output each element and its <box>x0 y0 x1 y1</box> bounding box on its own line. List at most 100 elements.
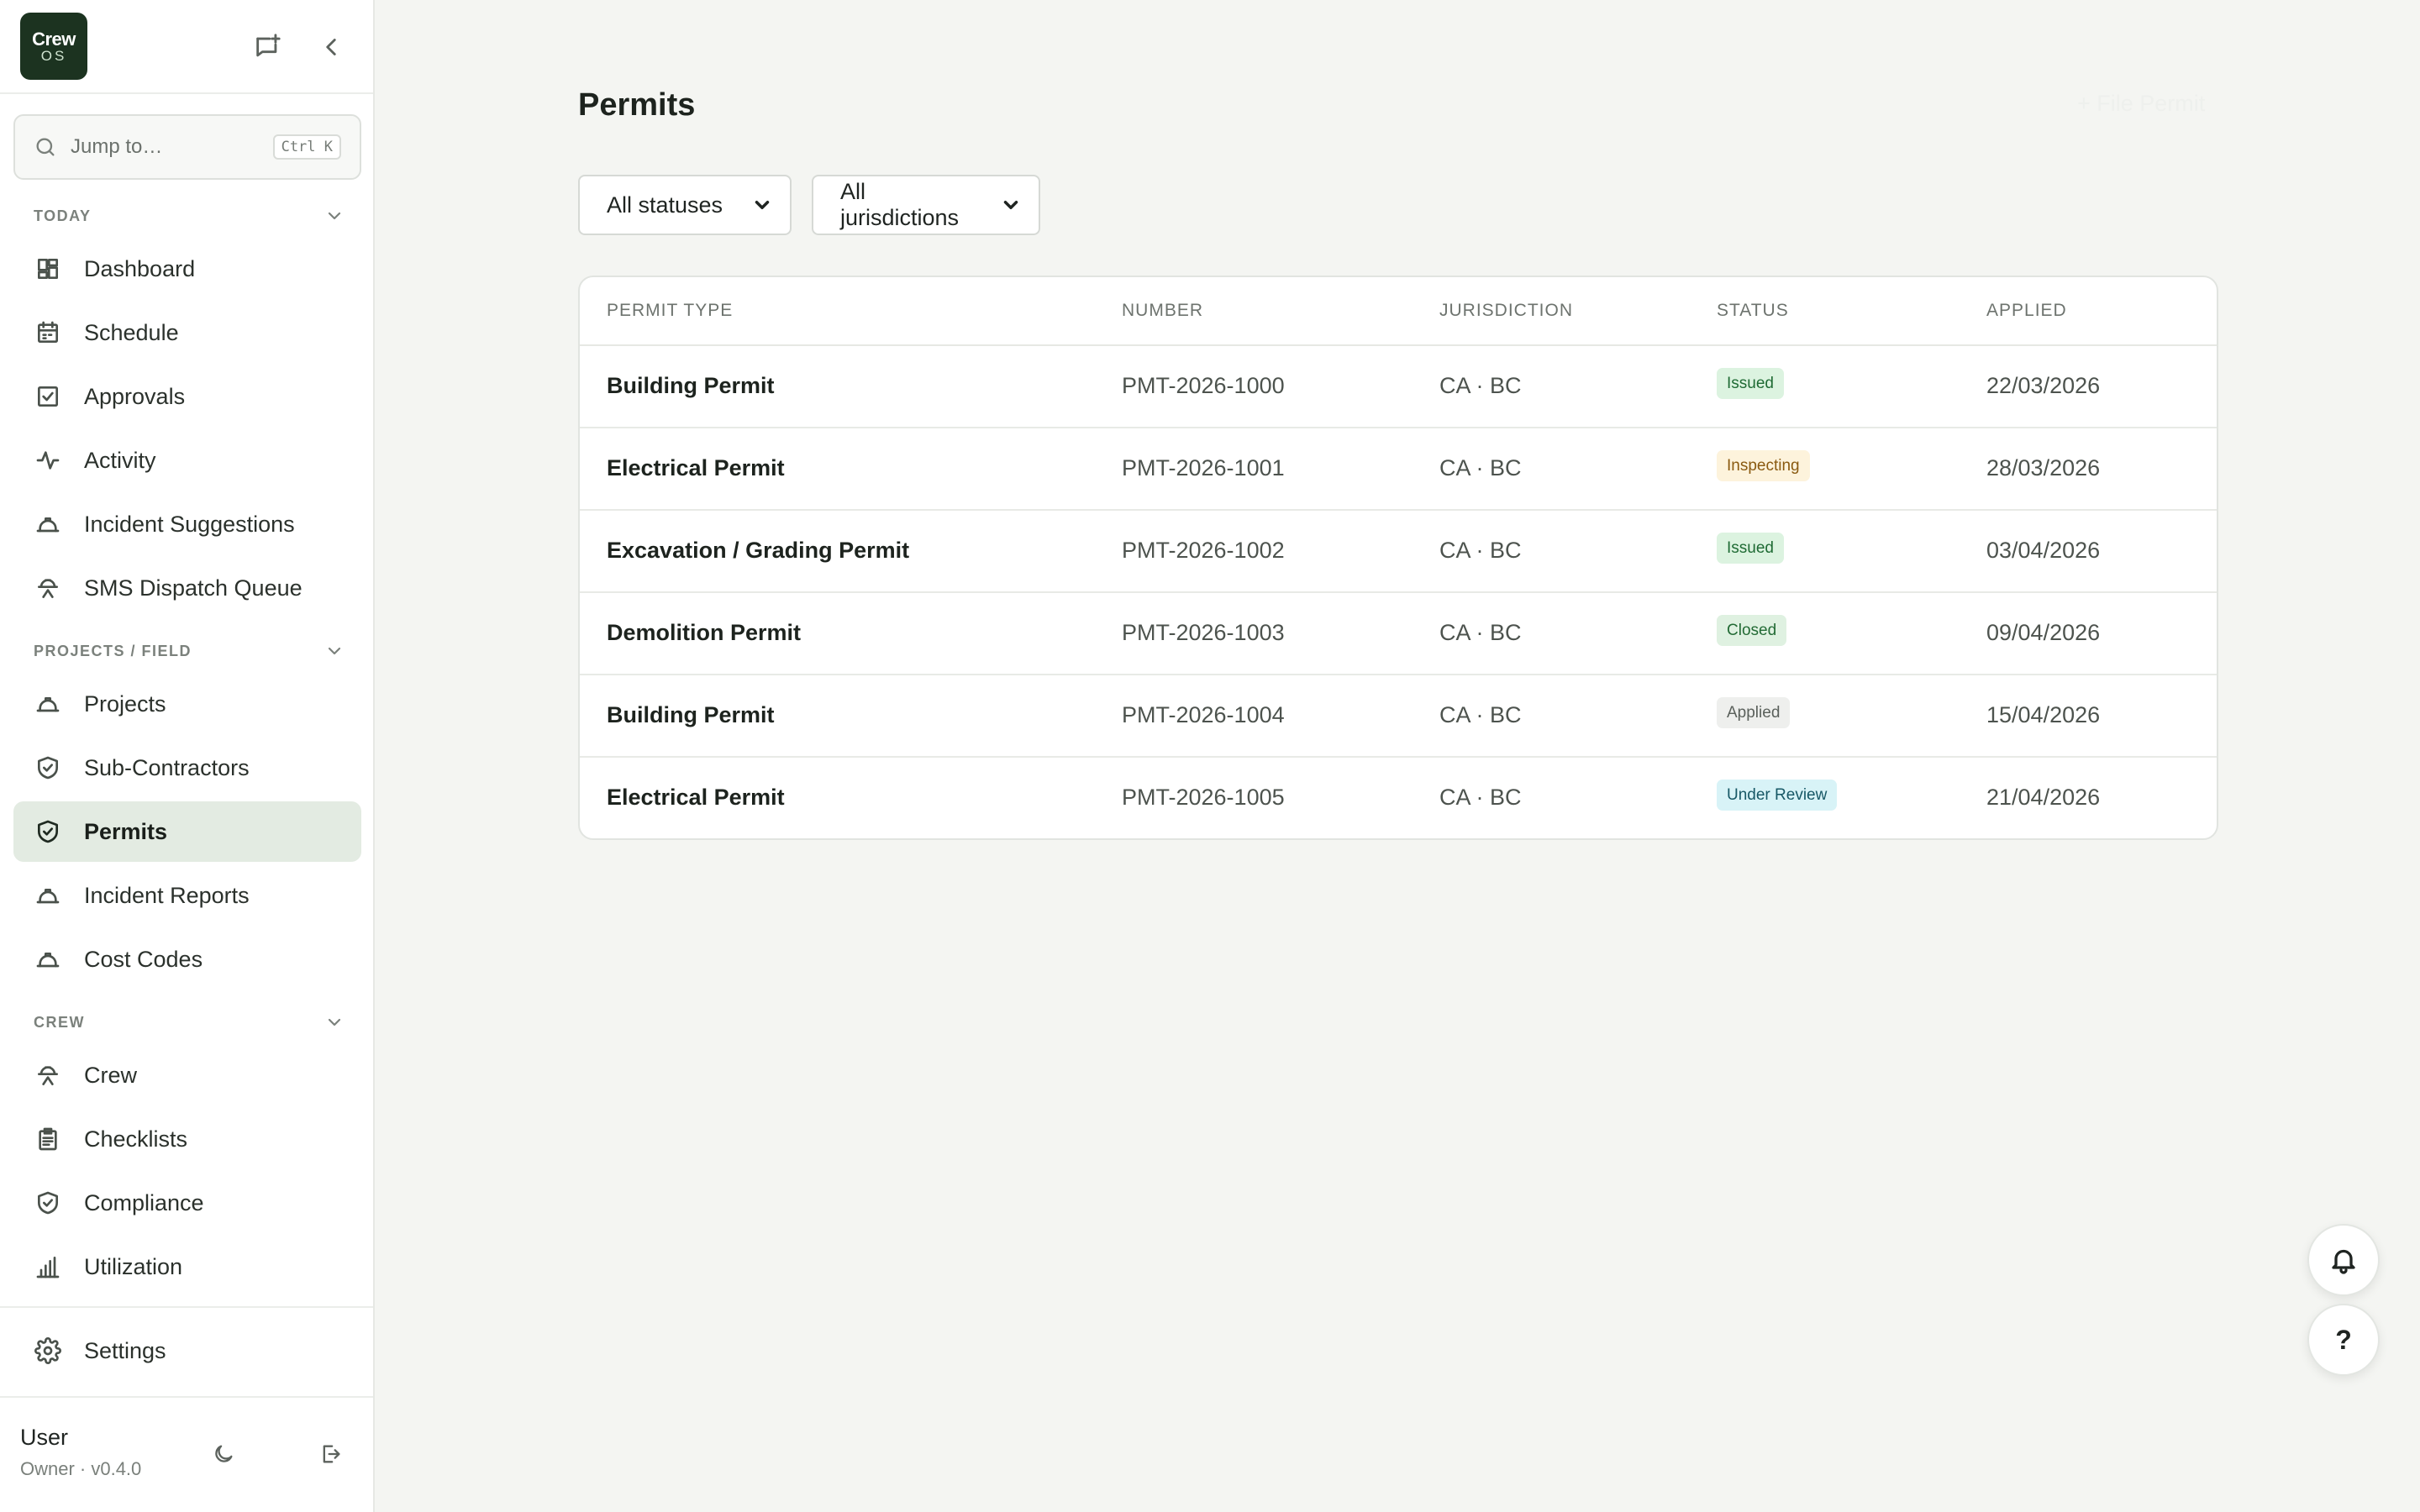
sidebar-item-label: Cost Codes <box>84 946 203 972</box>
sidebar-item-settings[interactable]: Settings <box>13 1320 361 1381</box>
jurisdiction-cell: CA · BC <box>1439 702 1522 727</box>
file-permit-button[interactable]: + File Permit <box>2077 91 2205 117</box>
section-header-today[interactable]: TODAY <box>34 203 345 228</box>
section-header-projects-field[interactable]: PROJECTS / FIELD <box>34 638 345 664</box>
column-header-number[interactable]: NUMBER <box>1122 301 1203 321</box>
table-row[interactable]: Demolition Permit PMT-2026-1003 CA · BC Clo… <box>580 593 2217 675</box>
worker-icon <box>34 574 62 602</box>
sidebar-item-label: Checklists <box>84 1126 188 1152</box>
sidebar-item-checklists[interactable]: Checklists <box>13 1109 361 1169</box>
chevron-down-icon <box>1003 201 1018 209</box>
permit-type-cell: Excavation / Grading Permit <box>607 538 910 563</box>
table-row[interactable]: Electrical Permit PMT-2026-1001 CA · BC Ins… <box>580 428 2217 511</box>
permit-number-cell: PMT-2026-1000 <box>1122 373 1285 398</box>
sidebar-item-incident-reports[interactable]: Incident Reports <box>13 865 361 926</box>
status-badge: Issued <box>1717 533 1784 564</box>
user-name: User <box>20 1425 69 1450</box>
new-message-button[interactable] <box>247 27 287 67</box>
jurisdiction-cell: CA · BC <box>1439 373 1522 398</box>
chevron-down-icon <box>328 647 341 655</box>
column-header-permit-type[interactable]: PERMIT TYPE <box>607 301 733 321</box>
status-filter-value: All statuses <box>607 192 723 218</box>
jurisdiction-filter-value: All jurisdictions <box>840 179 960 230</box>
section-title: TODAY <box>34 207 92 224</box>
sidebar-item-approvals[interactable]: Approvals <box>13 366 361 427</box>
sidebar-item-label: Utilization <box>84 1253 183 1279</box>
shield-check-icon <box>34 1189 62 1217</box>
sidebar-item-permits[interactable]: Permits <box>13 801 361 862</box>
sidebar-item-incident-suggestions[interactable]: Incident Suggestions <box>13 494 361 554</box>
hardhat-icon <box>34 881 62 910</box>
clipboard-icon <box>34 1125 62 1153</box>
table-row[interactable]: Electrical Permit PMT-2026-1005 CA · BC Und… <box>580 758 2217 838</box>
sidebar-item-schedule[interactable]: Schedule <box>13 302 361 363</box>
page-title: Permits <box>578 87 696 123</box>
chevron-down-icon <box>328 212 341 220</box>
jump-to-search[interactable]: Jump to… Ctrl K <box>13 114 361 180</box>
permit-number-cell: PMT-2026-1004 <box>1122 702 1285 727</box>
hardhat-icon <box>34 510 62 538</box>
sidebar-item-dashboard[interactable]: Dashboard <box>13 239 361 299</box>
applied-date-cell: 03/04/2026 <box>1986 538 2101 563</box>
user-role-version: Owner · v0.4.0 <box>20 1458 142 1479</box>
sidebar-item-cost-codes[interactable]: Cost Codes <box>13 929 361 990</box>
shield-check-icon <box>34 817 62 846</box>
sidebar-item-projects[interactable]: Projects <box>13 674 361 734</box>
section-header-crew[interactable]: CREW <box>34 1010 345 1035</box>
permit-type-cell: Electrical Permit <box>607 785 785 810</box>
checkbox-icon <box>34 382 62 411</box>
dashboard-icon <box>34 255 62 283</box>
jurisdiction-cell: CA · BC <box>1439 455 1522 480</box>
status-badge: Under Review <box>1717 780 1838 811</box>
sidebar-item-activity[interactable]: Activity <box>13 430 361 491</box>
help-icon: ? <box>2335 1324 2352 1355</box>
sidebar-item-sms-dispatch-queue[interactable]: SMS Dispatch Queue <box>13 558 361 618</box>
bar-chart-icon <box>34 1252 62 1281</box>
main-content: Permits + File Permit All statuses All j… <box>375 0 2420 1512</box>
permit-number-cell: PMT-2026-1003 <box>1122 620 1285 645</box>
help-button[interactable]: ? <box>2307 1304 2380 1376</box>
status-badge: Closed <box>1717 615 1787 646</box>
status-badge: Inspecting <box>1717 450 1810 481</box>
activity-icon <box>34 446 62 475</box>
applied-date-cell: 09/04/2026 <box>1986 620 2101 645</box>
column-header-status[interactable]: STATUS <box>1717 301 1789 321</box>
calendar-icon <box>34 318 62 347</box>
sidebar-item-label: Crew <box>84 1062 138 1088</box>
bell-icon <box>2332 1249 2355 1274</box>
app-logo[interactable]: Crew OS <box>20 13 87 80</box>
status-filter-select[interactable]: All statuses <box>578 175 792 235</box>
sidebar-item-sub-contractors[interactable]: Sub-Contractors <box>13 738 361 798</box>
permit-number-cell: PMT-2026-1005 <box>1122 785 1285 810</box>
permits-table: PERMIT TYPE NUMBER JURISDICTION STATUS A… <box>578 276 2218 840</box>
chevron-down-icon <box>328 1018 341 1026</box>
theme-toggle-button[interactable] <box>203 1434 244 1474</box>
sidebar-item-label: Approvals <box>84 383 186 409</box>
applied-date-cell: 15/04/2026 <box>1986 702 2101 727</box>
search-placeholder: Jump to… <box>71 135 163 158</box>
column-header-applied[interactable]: APPLIED <box>1986 301 2067 321</box>
collapse-sidebar-button[interactable] <box>311 27 351 67</box>
worker-icon <box>34 1061 62 1089</box>
search-icon <box>36 138 55 156</box>
jurisdiction-filter-select[interactable]: All jurisdictions <box>812 175 1040 235</box>
sidebar-item-label: Schedule <box>84 319 179 345</box>
sidebar-item-utilization[interactable]: Utilization <box>13 1236 361 1297</box>
logo-line2: OS <box>40 47 67 64</box>
table-row[interactable]: Building Permit PMT-2026-1004 CA · BC Appli… <box>580 675 2217 758</box>
sidebar-item-compliance[interactable]: Compliance <box>13 1173 361 1233</box>
table-row[interactable]: Excavation / Grading Permit PMT-2026-1002… <box>580 511 2217 593</box>
permit-type-cell: Building Permit <box>607 702 775 727</box>
notifications-button[interactable] <box>2307 1224 2380 1296</box>
table-header: PERMIT TYPE NUMBER JURISDICTION STATUS A… <box>580 277 2217 346</box>
logout-button[interactable] <box>311 1434 351 1474</box>
brand-row: Crew OS <box>0 0 373 94</box>
hardhat-icon <box>34 690 62 718</box>
column-header-jurisdiction[interactable]: JURISDICTION <box>1439 301 1573 321</box>
table-row[interactable]: Building Permit PMT-2026-1000 CA · BC Issue… <box>580 346 2217 428</box>
logo-line1: Crew <box>32 28 76 50</box>
status-badge: Issued <box>1717 368 1784 399</box>
permit-number-cell: PMT-2026-1002 <box>1122 538 1285 563</box>
sidebar: Crew OS Jump to… Ctrl K TODAY Dashboard Sc… <box>0 0 375 1512</box>
sidebar-item-crew[interactable]: Crew <box>13 1045 361 1105</box>
